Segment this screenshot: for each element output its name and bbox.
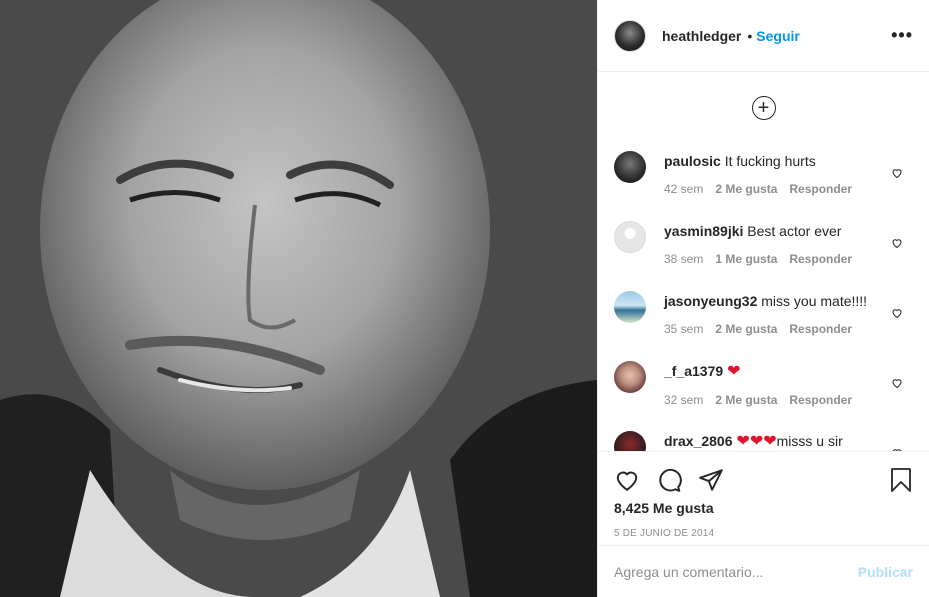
comment-username[interactable]: jasonyeung32 xyxy=(664,293,757,309)
reply-button[interactable]: Responder xyxy=(789,182,852,196)
comment-likes[interactable]: 2 Me gusta xyxy=(715,322,777,336)
add-comment-bar: Publicar xyxy=(598,545,929,597)
commenter-avatar[interactable] xyxy=(614,291,646,323)
bookmark-icon[interactable] xyxy=(889,467,913,493)
reply-button[interactable]: Responder xyxy=(789,252,852,266)
post-photo[interactable] xyxy=(0,0,597,597)
comment-text: miss you mate!!!! xyxy=(761,293,868,309)
comment-likes[interactable]: 1 Me gusta xyxy=(715,252,777,266)
comments-list[interactable]: + paulosic It fucking hurts 42 sem 2 Me … xyxy=(598,73,929,451)
like-comment-icon[interactable] xyxy=(891,236,903,254)
comment-time[interactable]: 32 sem xyxy=(664,393,703,407)
commenter-avatar[interactable] xyxy=(614,361,646,393)
more-options-icon[interactable]: ••• xyxy=(891,25,913,46)
comment-item: paulosic It fucking hurts 42 sem 2 Me gu… xyxy=(598,143,929,213)
reply-button[interactable]: Responder xyxy=(789,322,852,336)
comment-likes[interactable]: 2 Me gusta xyxy=(715,182,777,196)
like-comment-icon[interactable] xyxy=(891,166,903,184)
comment-text: It fucking hurts xyxy=(724,153,816,169)
likes-count[interactable]: 8,425 Me gusta xyxy=(598,500,929,516)
post-actions: 8,425 Me gusta 5 DE JUNIO DE 2014 xyxy=(598,451,929,545)
commenter-avatar[interactable] xyxy=(614,431,646,451)
author-avatar[interactable] xyxy=(614,19,646,52)
comment-item: jasonyeung32 miss you mate!!!! 35 sem 2 … xyxy=(598,283,929,353)
post-header: heathledger • Seguir ••• xyxy=(598,0,929,72)
reply-button[interactable]: Responder xyxy=(789,393,852,407)
heart-emoji: ❤ xyxy=(727,363,741,380)
post-side-panel: heathledger • Seguir ••• + paulosic It f… xyxy=(597,0,929,597)
commenter-avatar[interactable] xyxy=(614,151,646,183)
comment-username[interactable]: drax_2806 xyxy=(664,433,733,449)
like-comment-icon[interactable] xyxy=(891,376,903,394)
comment-text: Best actor ever xyxy=(747,223,842,239)
comment-text: misss u sir xyxy=(776,433,843,449)
comment-time[interactable]: 35 sem xyxy=(664,322,703,336)
comment-item: drax_2806 ❤❤❤misss u sir xyxy=(598,423,929,451)
paper-plane-icon[interactable] xyxy=(698,467,724,493)
comment-username[interactable]: paulosic xyxy=(664,153,721,169)
heart-outline-icon[interactable] xyxy=(614,467,640,493)
comment-likes[interactable]: 2 Me gusta xyxy=(715,393,777,407)
comment-username[interactable]: _f_a1379 xyxy=(664,363,723,379)
load-more-comments: + xyxy=(598,73,929,143)
comment-bubble-icon[interactable] xyxy=(656,467,682,493)
comment-input[interactable] xyxy=(614,563,858,580)
header-separator: • xyxy=(747,27,753,44)
comment-time[interactable]: 38 sem xyxy=(664,252,703,266)
comment-username[interactable]: yasmin89jki xyxy=(664,223,743,239)
commenter-avatar[interactable] xyxy=(614,221,646,253)
comment-item: yasmin89jki Best actor ever 38 sem 1 Me … xyxy=(598,213,929,283)
follow-button[interactable]: Seguir xyxy=(756,28,800,44)
portrait-illustration xyxy=(0,0,597,597)
heart-emoji: ❤❤❤ xyxy=(736,433,777,450)
comment-time[interactable]: 42 sem xyxy=(664,182,703,196)
load-more-comments-icon[interactable]: + xyxy=(751,96,776,120)
post-date[interactable]: 5 DE JUNIO DE 2014 xyxy=(598,528,929,539)
comment-item: _f_a1379 ❤ 32 sem 2 Me gusta Responder xyxy=(598,353,929,423)
like-comment-icon[interactable] xyxy=(891,306,903,324)
publish-button[interactable]: Publicar xyxy=(858,564,913,580)
author-username[interactable]: heathledger xyxy=(662,28,741,44)
